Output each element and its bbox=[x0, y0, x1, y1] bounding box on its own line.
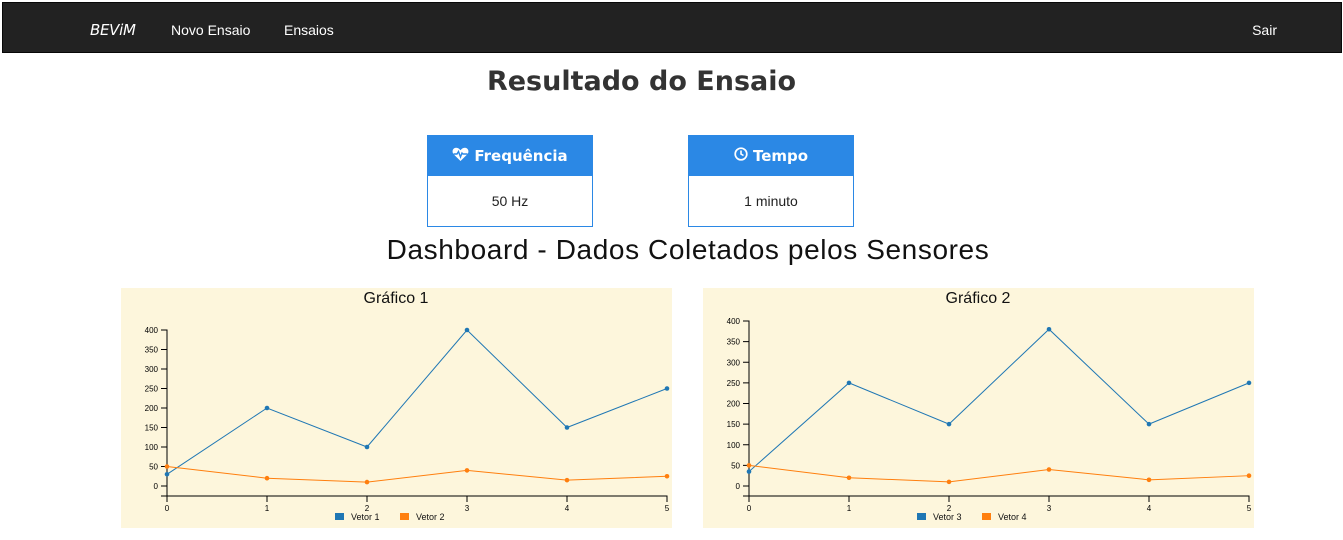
data-point bbox=[664, 473, 670, 479]
time-card: Tempo 1 minuto bbox=[688, 135, 854, 227]
legend-swatch bbox=[917, 513, 926, 520]
logout-link[interactable]: Sair bbox=[1252, 22, 1277, 38]
x-tick-label: 5 bbox=[1247, 504, 1252, 513]
y-tick-label: 300 bbox=[727, 358, 741, 367]
data-point bbox=[1246, 380, 1252, 386]
clock-icon bbox=[734, 147, 748, 165]
frequency-value: 50 Hz bbox=[491, 193, 529, 209]
data-point bbox=[164, 472, 170, 477]
data-point bbox=[464, 327, 470, 333]
data-point bbox=[564, 425, 570, 430]
data-point bbox=[364, 444, 370, 450]
y-tick-label: 200 bbox=[727, 400, 741, 409]
y-tick-label: 100 bbox=[145, 443, 159, 452]
legend-label: Vetor 4 bbox=[998, 512, 1027, 522]
data-point bbox=[564, 477, 570, 483]
time-card-header: Tempo bbox=[689, 136, 853, 176]
y-axis-line bbox=[161, 329, 168, 497]
dashboard-title: Dashboard - Dados Coletados pelos Sensor… bbox=[386, 234, 990, 265]
x-tick-label: 1 bbox=[847, 504, 852, 513]
y-tick-label: 400 bbox=[727, 317, 741, 326]
y-tick-label: 250 bbox=[727, 379, 741, 388]
series-line-1 bbox=[748, 328, 1250, 472]
data-point bbox=[1046, 467, 1052, 472]
legend-label: Vetor 3 bbox=[933, 512, 962, 522]
nav-link-novo-ensaio[interactable]: Novo Ensaio bbox=[171, 22, 250, 38]
nav-link-ensaios[interactable]: Ensaios bbox=[284, 22, 334, 38]
y-tick-label: 400 bbox=[145, 326, 159, 335]
brand-logo[interactable]: BEViM bbox=[90, 21, 136, 39]
y-tick-label: 300 bbox=[145, 365, 159, 374]
data-point bbox=[946, 421, 952, 427]
x-axis-line bbox=[166, 495, 668, 502]
frequency-card-header: Frequência bbox=[428, 136, 592, 176]
y-tick-label: 200 bbox=[145, 404, 159, 413]
y-tick-label: 150 bbox=[145, 424, 159, 433]
legend-label: Vetor 1 bbox=[351, 512, 380, 522]
data-point bbox=[846, 475, 852, 481]
legend-swatch bbox=[982, 513, 991, 520]
x-tick-label: 3 bbox=[465, 504, 470, 513]
data-point bbox=[746, 469, 752, 474]
y-tick-label: 0 bbox=[154, 482, 159, 491]
frequency-card-title: Frequência bbox=[474, 147, 568, 165]
series-line-1 bbox=[166, 329, 668, 475]
legend-label: Vetor 2 bbox=[416, 512, 445, 522]
chart-title: Gráfico 1 bbox=[364, 290, 429, 307]
data-point bbox=[1146, 421, 1152, 427]
chart-2: Gráfico 2 0 50 100 150 200 250 300 350 400 0 1 2 3 4 5 V… bbox=[703, 288, 1254, 528]
series-line-2 bbox=[748, 464, 1250, 483]
x-tick-label: 5 bbox=[665, 504, 670, 513]
x-tick-label: 3 bbox=[1047, 504, 1052, 513]
legend-swatch bbox=[335, 513, 344, 520]
x-tick-label: 0 bbox=[165, 504, 170, 513]
chart-title: Gráfico 2 bbox=[946, 290, 1011, 307]
data-point bbox=[1246, 473, 1252, 478]
data-point bbox=[364, 479, 370, 485]
data-point bbox=[164, 464, 170, 469]
y-tick-label: 350 bbox=[145, 346, 159, 355]
x-axis-line bbox=[748, 495, 1250, 502]
data-point bbox=[264, 405, 270, 411]
x-tick-label: 4 bbox=[565, 504, 570, 513]
chart-1-svg: Gráfico 10501001502002503003504000 1 2 3 4 5V… bbox=[145, 290, 670, 522]
y-tick-label: 150 bbox=[727, 420, 741, 429]
series-line-2 bbox=[166, 466, 668, 483]
y-tick-label: 250 bbox=[145, 385, 159, 394]
time-card-title: Tempo bbox=[752, 147, 809, 165]
data-point bbox=[746, 463, 752, 468]
frequency-card: Frequência 50 Hz bbox=[427, 135, 593, 227]
x-tick-label: 0 bbox=[747, 504, 752, 513]
data-point bbox=[464, 468, 470, 473]
y-tick-label: 0 bbox=[736, 482, 741, 491]
navbar: BEViM Novo Ensaio Ensaios Sair bbox=[0, 0, 1343, 55]
data-point bbox=[1146, 477, 1152, 483]
data-point bbox=[1046, 326, 1052, 332]
y-tick-label: 350 bbox=[727, 338, 741, 347]
y-tick-label: 50 bbox=[149, 463, 158, 472]
y-tick-label: 50 bbox=[731, 461, 740, 470]
x-tick-label: 1 bbox=[265, 504, 270, 513]
data-point bbox=[846, 380, 852, 386]
time-value: 1 minuto bbox=[744, 193, 798, 209]
legend-swatch bbox=[400, 513, 409, 520]
page-title: Resultado do Ensaio bbox=[486, 66, 797, 97]
y-tick-label: 100 bbox=[727, 441, 741, 450]
chart-2-svg: Gráfico 20501001502002503003504000 1 2 3 4 5V… bbox=[727, 290, 1252, 522]
chart-1: Gráfico 1 0 50 100 150 200 250 300 350 400 0 1 2 3 4 5 V… bbox=[121, 288, 672, 528]
data-point bbox=[664, 386, 670, 391]
data-point bbox=[264, 475, 270, 481]
x-tick-label: 4 bbox=[1147, 504, 1152, 513]
data-point bbox=[946, 479, 952, 485]
heart-pulse-icon bbox=[452, 147, 469, 166]
